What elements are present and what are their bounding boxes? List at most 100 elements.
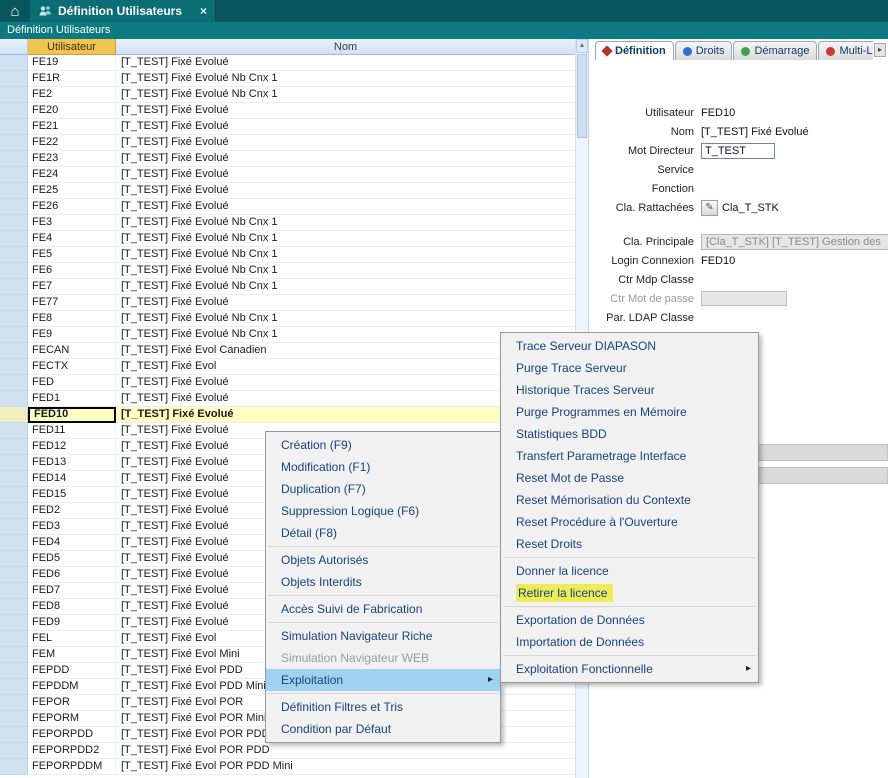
cell-utilisateur[interactable]: FE5 xyxy=(28,247,116,263)
menu-item[interactable]: Reset Mot de Passe xyxy=(501,467,758,489)
table-row[interactable]: FE4[T_TEST] Fixé Evolué Nb Cnx 1 xyxy=(0,231,575,247)
row-gutter[interactable] xyxy=(0,151,28,167)
cell-utilisateur[interactable]: FEPORPDD xyxy=(28,727,116,743)
table-row[interactable]: FEPORPDDM[T_TEST] Fixé Evol POR PDD Mini xyxy=(0,759,575,775)
row-gutter[interactable] xyxy=(0,759,28,775)
cell-utilisateur[interactable]: FE6 xyxy=(28,263,116,279)
cell-utilisateur[interactable]: FEPORPDDM xyxy=(28,759,116,775)
field-input[interactable]: T_TEST xyxy=(701,143,775,159)
row-gutter[interactable] xyxy=(0,199,28,215)
cell-utilisateur[interactable]: FE22 xyxy=(28,135,116,151)
row-gutter[interactable] xyxy=(0,487,28,503)
table-row[interactable]: FE19[T_TEST] Fixé Evolué xyxy=(0,55,575,71)
edit-classes-icon[interactable]: ✎ xyxy=(701,200,718,216)
row-gutter[interactable] xyxy=(0,439,28,455)
row-gutter[interactable] xyxy=(0,263,28,279)
cell-utilisateur[interactable]: FEPOR xyxy=(28,695,116,711)
cell-nom[interactable]: [T_TEST] Fixé Evolué xyxy=(116,119,575,135)
table-row[interactable]: FE2[T_TEST] Fixé Evolué Nb Cnx 1 xyxy=(0,87,575,103)
row-gutter[interactable] xyxy=(0,327,28,343)
cell-utilisateur[interactable]: FEPDD xyxy=(28,663,116,679)
window-tab[interactable]: Définition Utilisateurs × xyxy=(30,0,216,22)
menu-item[interactable]: Historique Traces Serveur xyxy=(501,379,758,401)
row-gutter[interactable] xyxy=(0,343,28,359)
row-gutter[interactable] xyxy=(0,231,28,247)
cell-utilisateur[interactable]: FEPORM xyxy=(28,711,116,727)
table-row[interactable]: FE24[T_TEST] Fixé Evolué xyxy=(0,167,575,183)
row-gutter[interactable] xyxy=(0,519,28,535)
table-row[interactable]: FECTX[T_TEST] Fixé Evol xyxy=(0,359,575,375)
menu-item[interactable]: Statistiques BDD xyxy=(501,423,758,445)
row-gutter[interactable] xyxy=(0,87,28,103)
menu-item[interactable]: Transfert Parametrage Interface xyxy=(501,445,758,467)
cell-utilisateur[interactable]: FE4 xyxy=(28,231,116,247)
cell-nom[interactable]: [T_TEST] Fixé Evol POR PDD xyxy=(116,743,575,759)
cell-nom[interactable]: [T_TEST] Fixé Evolué Nb Cnx 1 xyxy=(116,215,575,231)
cell-utilisateur[interactable]: FECAN xyxy=(28,343,116,359)
cell-nom[interactable]: [T_TEST] Fixé Evolué Nb Cnx 1 xyxy=(116,247,575,263)
cell-utilisateur[interactable]: FED10 xyxy=(28,407,116,423)
tab-multi-lang[interactable]: Multi-Lan xyxy=(818,41,873,60)
row-gutter[interactable] xyxy=(0,71,28,87)
menu-item[interactable]: Objets Interdits xyxy=(266,571,500,593)
row-gutter[interactable] xyxy=(0,727,28,743)
cell-nom[interactable]: [T_TEST] Fixé Evolué Nb Cnx 1 xyxy=(116,263,575,279)
home-button[interactable]: ⌂ xyxy=(0,0,30,22)
cell-utilisateur[interactable]: FED7 xyxy=(28,583,116,599)
cell-utilisateur[interactable]: FED1 xyxy=(28,391,116,407)
table-row[interactable]: FE9[T_TEST] Fixé Evolué Nb Cnx 1 xyxy=(0,327,575,343)
menu-item[interactable]: Reset Procédure à l'Ouverture xyxy=(501,511,758,533)
row-gutter[interactable] xyxy=(0,455,28,471)
tab-definition[interactable]: Définition xyxy=(595,41,674,60)
table-row[interactable]: FED10[T_TEST] Fixé Evolué xyxy=(0,407,575,423)
table-row[interactable]: FE23[T_TEST] Fixé Evolué xyxy=(0,151,575,167)
cell-utilisateur[interactable]: FEM xyxy=(28,647,116,663)
table-row[interactable]: FE26[T_TEST] Fixé Evolué xyxy=(0,199,575,215)
cell-utilisateur[interactable]: FE20 xyxy=(28,103,116,119)
cell-utilisateur[interactable]: FED3 xyxy=(28,519,116,535)
menu-item[interactable]: Exportation de Données xyxy=(501,609,758,631)
cell-nom[interactable]: [T_TEST] Fixé Evolué xyxy=(116,151,575,167)
row-gutter[interactable] xyxy=(0,279,28,295)
row-gutter[interactable] xyxy=(0,471,28,487)
row-gutter[interactable] xyxy=(0,711,28,727)
cell-utilisateur[interactable]: FED8 xyxy=(28,599,116,615)
menu-item[interactable]: Exploitation Fonctionnelle▸ xyxy=(501,658,758,680)
menu-item[interactable]: Duplication (F7) xyxy=(266,478,500,500)
cell-nom[interactable]: [T_TEST] Fixé Evolué Nb Cnx 1 xyxy=(116,311,575,327)
menu-item[interactable]: Purge Programmes en Mémoire xyxy=(501,401,758,423)
table-row[interactable]: FE5[T_TEST] Fixé Evolué Nb Cnx 1 xyxy=(0,247,575,263)
row-gutter[interactable] xyxy=(0,647,28,663)
scroll-up-icon[interactable]: ▲ xyxy=(576,39,588,53)
cell-nom[interactable]: [T_TEST] Fixé Evolué xyxy=(116,295,575,311)
table-row[interactable]: FE20[T_TEST] Fixé Evolué xyxy=(0,103,575,119)
table-row[interactable]: FE8[T_TEST] Fixé Evolué Nb Cnx 1 xyxy=(0,311,575,327)
cell-utilisateur[interactable]: FE23 xyxy=(28,151,116,167)
table-row[interactable]: FE1R[T_TEST] Fixé Evolué Nb Cnx 1 xyxy=(0,71,575,87)
menu-item[interactable]: Reset Mémorisation du Contexte xyxy=(501,489,758,511)
cell-utilisateur[interactable]: FED14 xyxy=(28,471,116,487)
row-gutter[interactable] xyxy=(0,407,28,423)
cell-utilisateur[interactable]: FEPDDM xyxy=(28,679,116,695)
row-gutter[interactable] xyxy=(0,55,28,71)
table-row[interactable]: FE3[T_TEST] Fixé Evolué Nb Cnx 1 xyxy=(0,215,575,231)
menu-item[interactable]: Trace Serveur DIAPASON xyxy=(501,335,758,357)
row-gutter[interactable] xyxy=(0,535,28,551)
row-gutter[interactable] xyxy=(0,119,28,135)
menu-item[interactable]: Création (F9) xyxy=(266,434,500,456)
cell-nom[interactable]: [T_TEST] Fixé Evolué Nb Cnx 1 xyxy=(116,231,575,247)
cell-utilisateur[interactable]: FE2 xyxy=(28,87,116,103)
table-row[interactable]: FED1[T_TEST] Fixé Evolué xyxy=(0,391,575,407)
cell-nom[interactable]: [T_TEST] Fixé Evolué xyxy=(116,103,575,119)
menu-item[interactable]: Simulation Navigateur Riche xyxy=(266,625,500,647)
tab-droits[interactable]: Droits xyxy=(675,41,733,60)
cell-utilisateur[interactable]: FED2 xyxy=(28,503,116,519)
row-gutter[interactable] xyxy=(0,615,28,631)
cell-nom[interactable]: [T_TEST] Fixé Evolué xyxy=(116,199,575,215)
cell-nom[interactable]: [T_TEST] Fixé Evolué xyxy=(116,55,575,71)
column-header-nom[interactable]: Nom xyxy=(116,39,575,55)
table-row[interactable]: FEPORPDD2[T_TEST] Fixé Evol POR PDD xyxy=(0,743,575,759)
menu-item[interactable]: Reset Droits xyxy=(501,533,758,555)
row-gutter[interactable] xyxy=(0,103,28,119)
cell-utilisateur[interactable]: FED15 xyxy=(28,487,116,503)
